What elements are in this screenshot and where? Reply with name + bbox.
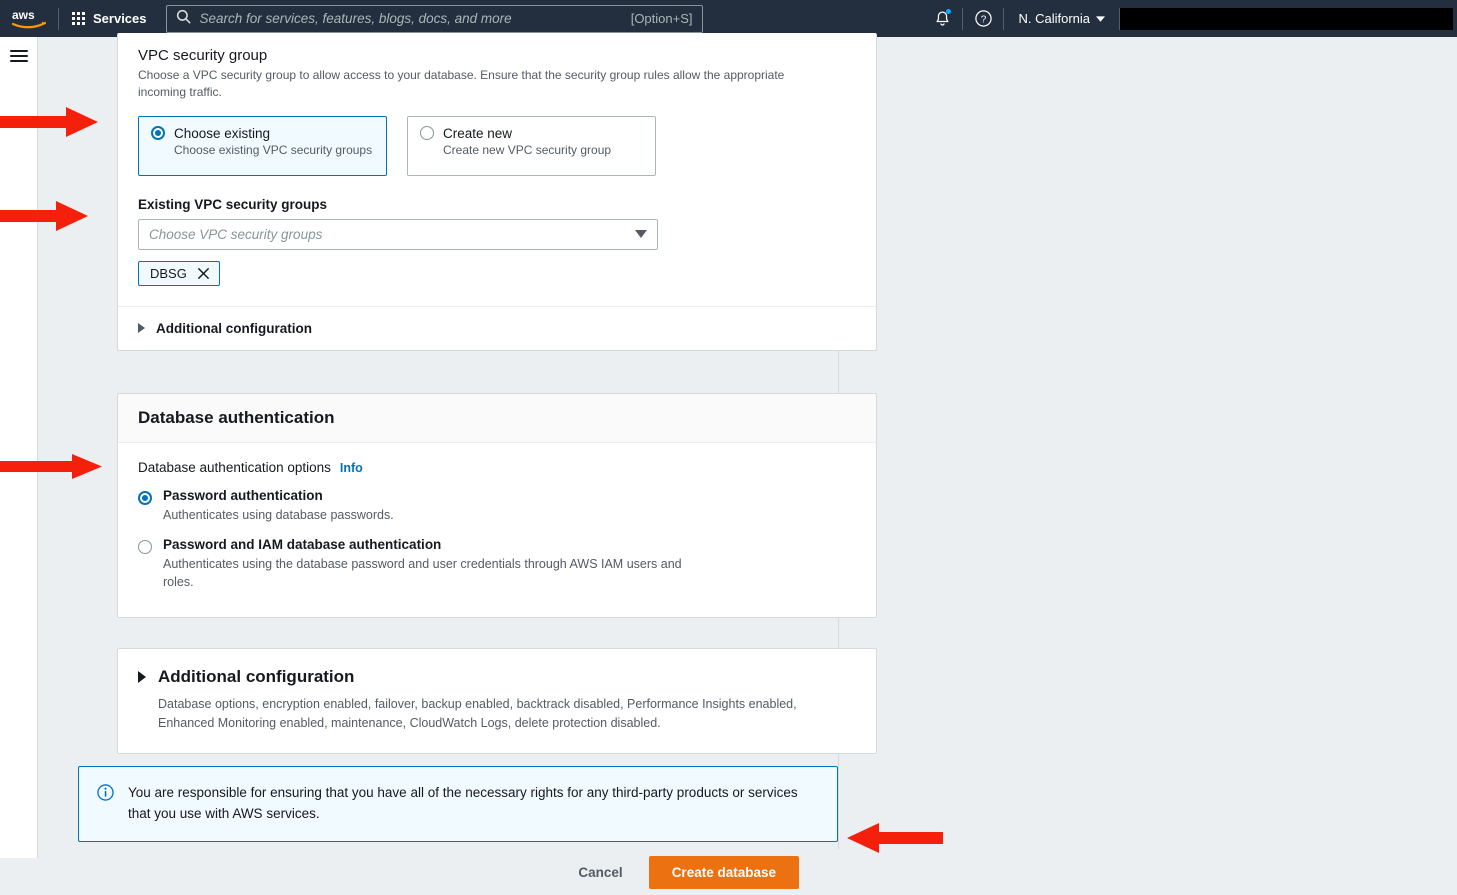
chevron-down-icon	[1096, 11, 1105, 26]
database-authentication-options-label-row: Database authentication options Info	[138, 460, 856, 475]
existing-vpc-security-groups-placeholder: Choose VPC security groups	[149, 226, 323, 242]
radio-create-new[interactable]	[420, 126, 434, 141]
vpc-security-group-title: VPC security group	[138, 47, 268, 64]
search-input[interactable]	[199, 11, 622, 26]
token-dbsg-label: DBSG	[150, 265, 187, 281]
database-authentication-options-label: Database authentication options	[138, 460, 331, 475]
radio-choose-existing[interactable]	[151, 126, 165, 141]
tile-choose-existing-label: Choose existing	[174, 125, 271, 141]
selected-security-group-tokens: DBSG	[138, 260, 856, 286]
services-label: Services	[93, 11, 147, 26]
top-navigation-bar: aws Services [Option+S]	[0, 0, 1457, 37]
form-footer-actions: Cancel Create database	[39, 849, 839, 895]
tile-create-new[interactable]: Create new Create new VPC security group	[407, 115, 656, 176]
option-password-authentication-desc: Authenticates using database passwords.	[163, 508, 394, 522]
third-party-rights-alert: You are responsible for ensuring that yo…	[78, 766, 838, 842]
database-authentication-header: Database authentication	[118, 394, 876, 443]
svg-text:?: ?	[981, 15, 987, 26]
account-menu-redacted[interactable]	[1120, 7, 1453, 30]
option-password-iam-authentication[interactable]: Password and IAM database authentication…	[138, 537, 856, 591]
info-circle-icon	[97, 783, 115, 825]
notifications-button[interactable]	[922, 0, 962, 37]
additional-configuration-toggle[interactable]: Additional configuration	[138, 667, 856, 687]
tile-choose-existing[interactable]: Choose existing Choose existing VPC secu…	[138, 115, 387, 176]
vpc-additional-configuration-label: Additional configuration	[156, 320, 312, 336]
vpc-security-group-card: VPC security group Choose a VPC security…	[117, 33, 877, 351]
option-password-authentication-title: Password authentication	[163, 488, 323, 503]
top-navigation-right-group: ? N. California	[922, 0, 1457, 37]
chevron-down-icon	[635, 230, 647, 239]
cancel-button[interactable]: Cancel	[566, 858, 634, 887]
global-search-box[interactable]: [Option+S]	[165, 4, 703, 33]
svg-text:aws: aws	[12, 8, 35, 22]
vpc-additional-configuration-toggle[interactable]: Additional configuration	[118, 305, 876, 350]
grid-icon	[72, 12, 85, 25]
additional-configuration-card: Additional configuration Database option…	[117, 648, 877, 754]
help-button[interactable]: ?	[963, 0, 1003, 37]
tile-choose-existing-sub: Choose existing VPC security groups	[174, 142, 373, 157]
close-icon[interactable]	[197, 267, 210, 280]
third-party-rights-alert-text: You are responsible for ensuring that yo…	[128, 785, 798, 821]
option-password-iam-authentication-desc: Authenticates using the database passwor…	[163, 557, 682, 590]
additional-configuration-description: Database options, encryption enabled, fa…	[158, 697, 797, 730]
caret-right-icon	[138, 323, 145, 334]
left-navigation-rail	[0, 37, 38, 858]
additional-configuration-title: Additional configuration	[158, 667, 355, 686]
option-password-iam-authentication-title: Password and IAM database authentication	[163, 537, 442, 553]
database-authentication-body: Database authentication options Info Pas…	[118, 443, 876, 617]
tile-create-new-label: Create new	[443, 125, 513, 141]
region-selector[interactable]: N. California	[1004, 0, 1119, 37]
question-circle-icon: ?	[975, 10, 992, 27]
additional-configuration-body: Additional configuration Database option…	[118, 649, 876, 753]
database-authentication-card: Database authentication Database authent…	[117, 393, 877, 619]
radio-password-authentication[interactable]	[138, 491, 152, 505]
hamburger-menu-icon[interactable]	[9, 50, 28, 62]
option-password-authentication[interactable]: Password authentication Authenticates us…	[138, 488, 856, 524]
existing-vpc-security-groups-select[interactable]: Choose VPC security groups	[138, 218, 658, 250]
info-link[interactable]: Info	[340, 461, 363, 475]
search-shortcut-hint: [Option+S]	[630, 11, 693, 26]
services-menu-button[interactable]: Services	[59, 0, 160, 37]
search-icon	[176, 9, 191, 29]
radio-password-iam-authentication[interactable]	[138, 540, 152, 555]
vpc-security-group-description: Choose a VPC security group to allow acc…	[138, 68, 785, 100]
create-database-button[interactable]: Create database	[648, 855, 799, 889]
existing-vpc-security-groups-label: Existing VPC security groups	[138, 196, 328, 212]
vpc-security-group-option-tiles: Choose existing Choose existing VPC secu…	[138, 115, 856, 176]
aws-logo[interactable]: aws	[0, 0, 58, 37]
database-authentication-title: Database authentication	[138, 408, 335, 427]
page-container: VPC security group Choose a VPC security…	[39, 33, 1457, 895]
tile-create-new-sub: Create new VPC security group	[443, 142, 612, 157]
region-label: N. California	[1018, 11, 1090, 26]
caret-right-icon	[138, 671, 146, 683]
content-column: VPC security group Choose a VPC security…	[39, 33, 877, 895]
token-dbsg: DBSG	[138, 260, 220, 286]
